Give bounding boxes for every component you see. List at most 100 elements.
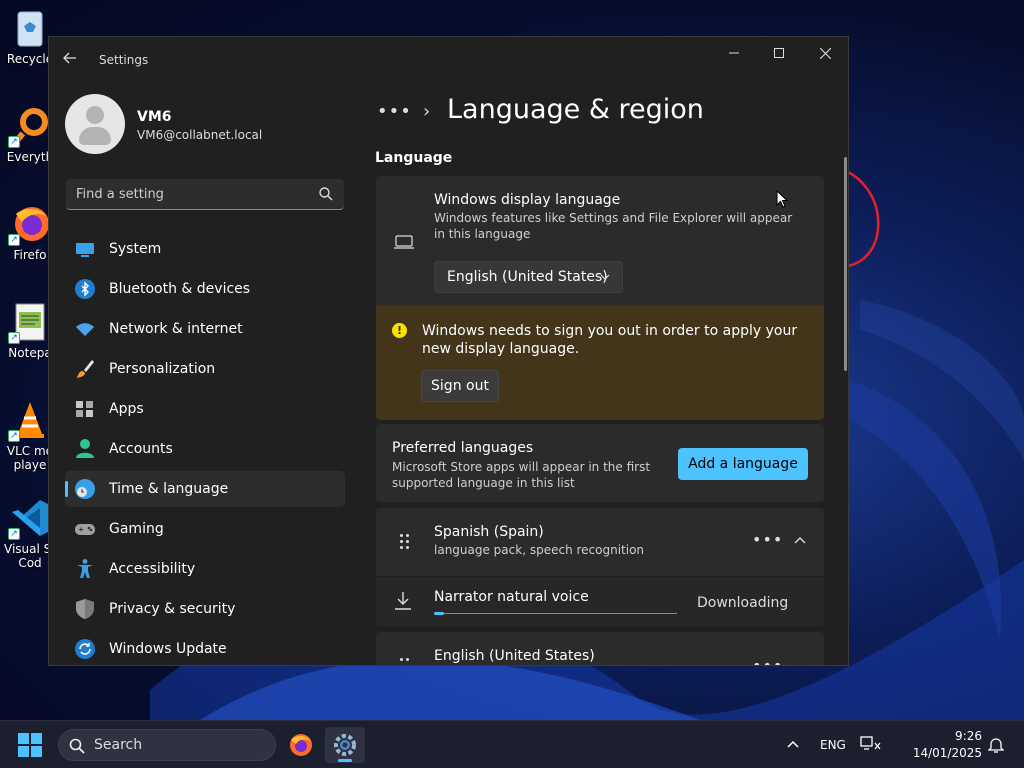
sidebar-item-bluetooth[interactable]: Bluetooth & devices bbox=[65, 271, 345, 307]
sidebar-item-label: Windows Update bbox=[109, 641, 227, 657]
maximize-icon bbox=[774, 48, 784, 58]
sidebar-item-privacy[interactable]: Privacy & security bbox=[65, 591, 345, 627]
sidebar-item-label: Personalization bbox=[109, 361, 216, 377]
minimize-button[interactable] bbox=[711, 37, 757, 69]
search-icon bbox=[69, 738, 85, 754]
sign-out-button[interactable]: Sign out bbox=[421, 370, 499, 402]
input-language-indicator[interactable]: ENG bbox=[820, 738, 846, 752]
sidebar-item-label: Time & language bbox=[109, 481, 229, 497]
avatar[interactable] bbox=[65, 94, 125, 154]
language-name: English (United States) bbox=[434, 648, 595, 664]
download-progress-fill bbox=[434, 612, 444, 615]
sidebar-item-label: Accounts bbox=[109, 441, 173, 457]
display-language-title: Windows display language bbox=[434, 192, 621, 208]
taskbar-search-label: Search bbox=[94, 737, 143, 753]
back-arrow-icon bbox=[63, 52, 76, 64]
sidebar-item-network[interactable]: Network & internet bbox=[65, 311, 345, 347]
search-input[interactable] bbox=[76, 185, 306, 203]
red-annotation-stroke bbox=[846, 170, 880, 268]
gear-icon bbox=[334, 734, 356, 756]
sidebar-item-personalization[interactable]: Personalization bbox=[65, 351, 345, 387]
breadcrumb-chevron-icon: › bbox=[423, 101, 431, 122]
bluetooth-icon bbox=[74, 278, 96, 300]
update-icon bbox=[74, 638, 96, 660]
sidebar-item-system[interactable]: System bbox=[65, 231, 345, 267]
title-bar[interactable]: Settings bbox=[49, 37, 848, 81]
sidebar-item-label: Gaming bbox=[109, 521, 164, 537]
find-setting-search[interactable] bbox=[66, 179, 344, 210]
clock-date[interactable]: 14/01/2025 bbox=[910, 746, 982, 760]
mouse-cursor-icon bbox=[776, 190, 788, 208]
sidebar-nav: System Bluetooth & devices Network & int… bbox=[65, 231, 345, 665]
brush-icon bbox=[74, 358, 96, 380]
clock-time[interactable]: 9:26 bbox=[918, 729, 982, 743]
notepad-icon: ↗ bbox=[8, 302, 50, 344]
network-volume-icon[interactable] bbox=[860, 735, 882, 753]
add-language-button[interactable]: Add a language bbox=[678, 448, 808, 480]
window-title: Settings bbox=[99, 53, 149, 67]
display-language-dropdown[interactable]: English (United States) bbox=[434, 261, 623, 293]
more-options-button[interactable]: ••• bbox=[752, 530, 783, 549]
sign-out-warning: ! Windows needs to sign you out in order… bbox=[376, 306, 824, 420]
sidebar-item-time-language[interactable]: Time & language bbox=[65, 471, 345, 507]
gamepad-icon bbox=[74, 518, 96, 540]
more-options-button[interactable]: ••• bbox=[752, 656, 783, 665]
download-progress-bar bbox=[434, 612, 677, 615]
windows-logo-icon bbox=[18, 733, 42, 757]
laptop-icon bbox=[394, 235, 414, 249]
close-button[interactable] bbox=[802, 37, 848, 69]
drag-handle-icon[interactable] bbox=[400, 658, 410, 665]
start-button[interactable] bbox=[18, 733, 42, 757]
search-icon[interactable] bbox=[318, 186, 334, 202]
warning-text: Windows needs to sign you out in order t… bbox=[422, 323, 798, 357]
vlc-icon: ↗ bbox=[8, 400, 50, 442]
avatar-body bbox=[79, 127, 111, 145]
page-title: Language & region bbox=[447, 94, 704, 125]
download-label: Narrator natural voice bbox=[434, 589, 589, 605]
sidebar-item-label: Accessibility bbox=[109, 561, 196, 577]
sidebar-item-windows-update[interactable]: Windows Update bbox=[65, 631, 345, 665]
settings-window: Settings VM6 VM6@collabnet.local System … bbox=[48, 36, 849, 666]
show-hidden-icons-chevron-icon[interactable] bbox=[786, 737, 800, 751]
avatar-head bbox=[86, 106, 104, 124]
sidebar-item-accessibility[interactable]: Accessibility bbox=[65, 551, 345, 587]
everything-search-icon: ↗ bbox=[8, 106, 50, 148]
notification-bell-icon[interactable] bbox=[988, 736, 1004, 754]
sidebar-item-gaming[interactable]: Gaming bbox=[65, 511, 345, 547]
back-button[interactable] bbox=[63, 51, 81, 69]
drag-handle-icon[interactable] bbox=[400, 534, 410, 550]
sidebar-item-apps[interactable]: Apps bbox=[65, 391, 345, 427]
taskbar-search[interactable]: Search bbox=[58, 729, 276, 761]
sidebar-item-accounts[interactable]: Accounts bbox=[65, 431, 345, 467]
close-icon bbox=[819, 47, 831, 59]
language-name: Spanish (Spain) bbox=[434, 524, 544, 540]
language-detail: language pack, speech recognition bbox=[434, 543, 645, 557]
firefox-icon: ↗ bbox=[8, 204, 50, 246]
download-icon bbox=[395, 592, 411, 610]
narrator-voice-download-row: Narrator natural voice Downloading bbox=[376, 577, 824, 626]
taskbar-app-settings[interactable] bbox=[325, 727, 365, 763]
shortcut-arrow-icon: ↗ bbox=[8, 136, 20, 148]
sidebar-item-label: Bluetooth & devices bbox=[109, 281, 251, 297]
sidebar-item-label: Network & internet bbox=[109, 321, 243, 337]
account-icon bbox=[74, 438, 96, 460]
maximize-button[interactable] bbox=[756, 37, 802, 69]
language-row-english[interactable]: English (United States) ••• bbox=[376, 632, 824, 665]
download-status: Downloading bbox=[697, 595, 789, 611]
shortcut-arrow-icon: ↗ bbox=[8, 430, 20, 442]
chevron-up-icon[interactable] bbox=[794, 536, 806, 544]
system-icon bbox=[74, 238, 96, 260]
taskbar-app-firefox[interactable] bbox=[281, 727, 321, 763]
breadcrumb-more-button[interactable]: ••• bbox=[377, 101, 412, 122]
sidebar-item-label: Apps bbox=[109, 401, 144, 417]
content-scrollbar[interactable] bbox=[844, 157, 847, 371]
user-email: VM6@collabnet.local bbox=[137, 128, 263, 142]
recycle-bin-icon bbox=[10, 8, 50, 48]
shortcut-arrow-icon: ↗ bbox=[8, 528, 20, 540]
user-name: VM6 bbox=[137, 109, 172, 125]
minimize-icon bbox=[729, 52, 739, 54]
active-app-indicator bbox=[338, 759, 352, 762]
language-row-spanish[interactable]: Spanish (Spain) language pack, speech re… bbox=[376, 508, 824, 576]
dropdown-selected-value: English (United States) bbox=[447, 269, 608, 285]
firefox-icon bbox=[290, 734, 312, 756]
